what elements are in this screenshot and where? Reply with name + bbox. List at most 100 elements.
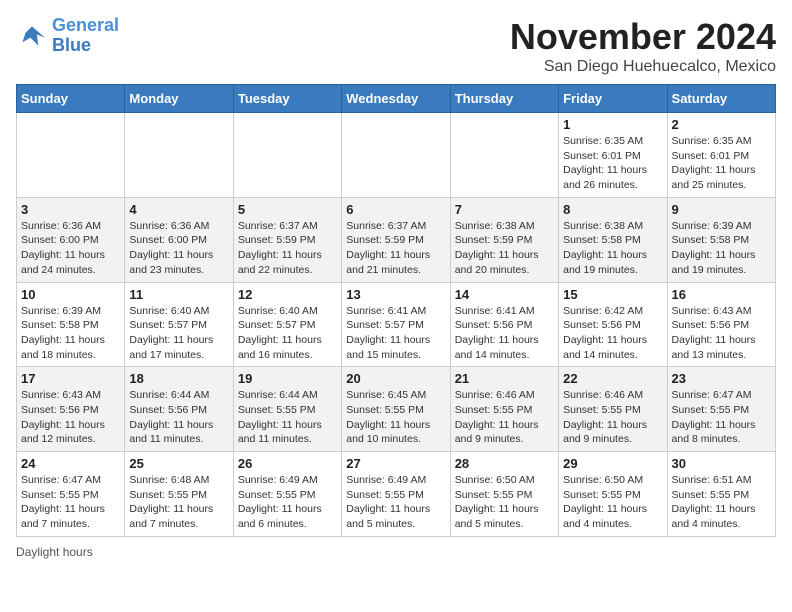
day-number: 19 [238,371,337,386]
day-info: Sunrise: 6:51 AMSunset: 5:55 PMDaylight:… [672,473,771,532]
calendar-cell [450,113,558,198]
calendar-header-saturday: Saturday [667,85,775,113]
calendar-cell: 25 Sunrise: 6:48 AMSunset: 5:55 PMDayligh… [125,452,233,537]
calendar-header-friday: Friday [559,85,667,113]
day-info: Sunrise: 6:50 AMSunset: 5:55 PMDaylight:… [563,473,662,532]
day-info: Sunrise: 6:44 AMSunset: 5:55 PMDaylight:… [238,388,337,447]
calendar-cell: 6Sunrise: 6:37 AMSunset: 5:59 PMDaylight… [342,197,450,282]
calendar-cell: 13 Sunrise: 6:41 AMSunset: 5:57 PMDayligh… [342,282,450,367]
calendar-cell [342,113,450,198]
calendar-week-row: 24Sunrise: 6:47 AMSunset: 5:55 PMDayligh… [17,452,776,537]
day-info: Sunrise: 6:50 AMSunset: 5:55 PMDaylight:… [455,473,554,532]
day-info: Sunrise: 6:35 AMSunset: 6:01 PMDaylight:… [563,134,662,193]
calendar-header-sunday: Sunday [17,85,125,113]
day-number: 20 [346,371,445,386]
calendar-cell: 30 Sunrise: 6:51 AMSunset: 5:55 PMDayligh… [667,452,775,537]
calendar-cell: 12 Sunrise: 6:40 AMSunset: 5:57 PMDayligh… [233,282,341,367]
calendar-cell: 11Sunrise: 6:40 AMSunset: 5:57 PMDayligh… [125,282,233,367]
day-info: Sunrise: 6:36 AMSunset: 6:00 PMDaylight:… [21,219,120,278]
day-info: Sunrise: 6:37 AMSunset: 5:59 PMDaylight:… [346,219,445,278]
daylight-label: Daylight hours [16,545,93,559]
calendar-header-tuesday: Tuesday [233,85,341,113]
calendar-cell: 18Sunrise: 6:44 AMSunset: 5:56 PMDayligh… [125,367,233,452]
calendar-cell [125,113,233,198]
calendar-week-row: 10 Sunrise: 6:39 AMSunset: 5:58 PMDayligh… [17,282,776,367]
day-info: Sunrise: 6:43 AMSunset: 5:56 PMDaylight:… [672,304,771,363]
day-info: Sunrise: 6:45 AMSunset: 5:55 PMDaylight:… [346,388,445,447]
calendar-week-row: 17Sunrise: 6:43 AMSunset: 5:56 PMDayligh… [17,367,776,452]
calendar-cell [17,113,125,198]
day-number: 9 [672,202,771,217]
day-number: 21 [455,371,554,386]
location-subtitle: San Diego Huehuecalco, Mexico [510,58,776,76]
logo: General Blue [16,16,119,56]
calendar-cell: 5Sunrise: 6:37 AMSunset: 5:59 PMDaylight… [233,197,341,282]
day-info: Sunrise: 6:47 AMSunset: 5:55 PMDaylight:… [672,388,771,447]
calendar-cell: 23Sunrise: 6:47 AMSunset: 5:55 PMDayligh… [667,367,775,452]
day-number: 5 [238,202,337,217]
day-number: 26 [238,456,337,471]
day-number: 12 [238,287,337,302]
day-number: 4 [129,202,228,217]
day-info: Sunrise: 6:46 AMSunset: 5:55 PMDaylight:… [563,388,662,447]
calendar-cell: 19 Sunrise: 6:44 AMSunset: 5:55 PMDayligh… [233,367,341,452]
day-number: 30 [672,456,771,471]
day-info: Sunrise: 6:41 AMSunset: 5:57 PMDaylight:… [346,304,445,363]
calendar-cell: 29 Sunrise: 6:50 AMSunset: 5:55 PMDayligh… [559,452,667,537]
day-number: 7 [455,202,554,217]
day-number: 8 [563,202,662,217]
day-number: 29 [563,456,662,471]
day-info: Sunrise: 6:38 AMSunset: 5:59 PMDaylight:… [455,219,554,278]
day-info: Sunrise: 6:47 AMSunset: 5:55 PMDaylight:… [21,473,120,532]
calendar-header-thursday: Thursday [450,85,558,113]
calendar-cell: 16Sunrise: 6:43 AMSunset: 5:56 PMDayligh… [667,282,775,367]
page-header: General Blue November 2024 San Diego Hue… [16,16,776,76]
day-info: Sunrise: 6:48 AMSunset: 5:55 PMDaylight:… [129,473,228,532]
calendar-week-row: 1 Sunrise: 6:35 AMSunset: 6:01 PMDaylight… [17,113,776,198]
day-number: 2 [672,117,771,132]
day-number: 27 [346,456,445,471]
calendar-cell: 28 Sunrise: 6:50 AMSunset: 5:55 PMDayligh… [450,452,558,537]
day-info: Sunrise: 6:40 AMSunset: 5:57 PMDaylight:… [238,304,337,363]
calendar-cell: 4 Sunrise: 6:36 AMSunset: 6:00 PMDaylight… [125,197,233,282]
day-info: Sunrise: 6:36 AMSunset: 6:00 PMDaylight:… [129,219,228,278]
calendar-cell: 14 Sunrise: 6:41 AMSunset: 5:56 PMDayligh… [450,282,558,367]
calendar-cell: 9Sunrise: 6:39 AMSunset: 5:58 PMDaylight… [667,197,775,282]
footer: Daylight hours [16,545,776,559]
calendar-cell: 7 Sunrise: 6:38 AMSunset: 5:59 PMDaylight… [450,197,558,282]
day-number: 28 [455,456,554,471]
day-info: Sunrise: 6:44 AMSunset: 5:56 PMDaylight:… [129,388,228,447]
calendar-header-monday: Monday [125,85,233,113]
day-number: 14 [455,287,554,302]
calendar-cell: 1 Sunrise: 6:35 AMSunset: 6:01 PMDaylight… [559,113,667,198]
calendar-week-row: 3 Sunrise: 6:36 AMSunset: 6:00 PMDaylight… [17,197,776,282]
day-info: Sunrise: 6:39 AMSunset: 5:58 PMDaylight:… [21,304,120,363]
month-title: November 2024 [510,16,776,58]
calendar-cell: 26 Sunrise: 6:49 AMSunset: 5:55 PMDayligh… [233,452,341,537]
calendar-header-row: SundayMondayTuesdayWednesdayThursdayFrid… [17,85,776,113]
calendar-cell: 20 Sunrise: 6:45 AMSunset: 5:55 PMDayligh… [342,367,450,452]
day-number: 17 [21,371,120,386]
day-number: 3 [21,202,120,217]
day-number: 22 [563,371,662,386]
day-number: 1 [563,117,662,132]
day-info: Sunrise: 6:49 AMSunset: 5:55 PMDaylight:… [238,473,337,532]
day-info: Sunrise: 6:40 AMSunset: 5:57 PMDaylight:… [129,304,228,363]
calendar-table: SundayMondayTuesdayWednesdayThursdayFrid… [16,84,776,537]
day-info: Sunrise: 6:41 AMSunset: 5:56 PMDaylight:… [455,304,554,363]
day-number: 15 [563,287,662,302]
logo-bird-icon [16,20,48,52]
calendar-cell: 8Sunrise: 6:38 AMSunset: 5:58 PMDaylight… [559,197,667,282]
calendar-cell [233,113,341,198]
calendar-cell: 24Sunrise: 6:47 AMSunset: 5:55 PMDayligh… [17,452,125,537]
calendar-cell: 10 Sunrise: 6:39 AMSunset: 5:58 PMDayligh… [17,282,125,367]
day-info: Sunrise: 6:49 AMSunset: 5:55 PMDaylight:… [346,473,445,532]
calendar-header-wednesday: Wednesday [342,85,450,113]
day-number: 10 [21,287,120,302]
calendar-cell: 17Sunrise: 6:43 AMSunset: 5:56 PMDayligh… [17,367,125,452]
title-block: November 2024 San Diego Huehuecalco, Mex… [510,16,776,76]
day-number: 13 [346,287,445,302]
calendar-cell: 15Sunrise: 6:42 AMSunset: 5:56 PMDayligh… [559,282,667,367]
day-number: 25 [129,456,228,471]
calendar-cell: 2Sunrise: 6:35 AMSunset: 6:01 PMDaylight… [667,113,775,198]
